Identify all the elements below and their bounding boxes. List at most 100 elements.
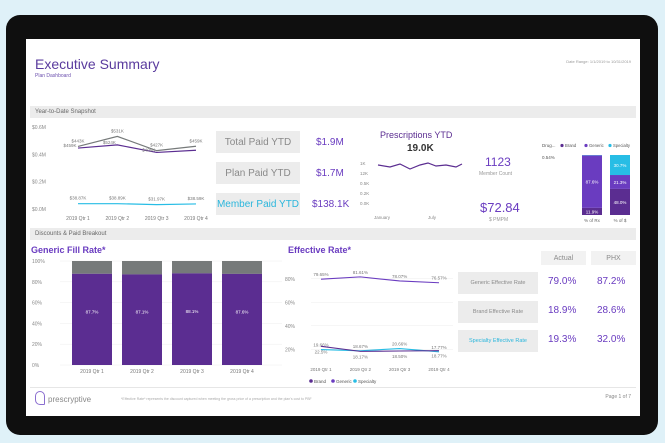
- col-actual-header: Actual: [541, 251, 586, 265]
- brand-rate-actual: 18.9%: [548, 305, 577, 316]
- x-tick-label: 2019 Qtr 2: [130, 369, 154, 375]
- data-label: 17.77%: [431, 345, 446, 350]
- data-label: 20.66%: [392, 342, 407, 347]
- series-line: [78, 203, 197, 206]
- plan-paid-value: $1.7M: [316, 168, 344, 179]
- y-tick-label: 0.2K: [360, 191, 369, 196]
- effective-rate-title: Effective Rate*: [288, 245, 352, 255]
- bar: [122, 274, 162, 365]
- bar-remainder: [172, 261, 212, 274]
- section-ytd: Year-to-Date Snapshot: [30, 106, 636, 118]
- y-tick-label: 1K: [360, 161, 366, 166]
- y-tick-label: 80%: [32, 280, 43, 286]
- total-paid-card: Total Paid YTD: [216, 131, 300, 153]
- x-tick-label: 2019 Qtr 1: [310, 367, 332, 372]
- report-page: Executive Summary Plan Dashboard Date Ra…: [26, 39, 640, 416]
- device-frame: Executive Summary Plan Dashboard Date Ra…: [6, 15, 658, 435]
- prescriptions-value: 19.0K: [407, 143, 434, 154]
- footer-divider: [30, 387, 636, 388]
- legend-dot: [608, 143, 612, 148]
- pmpm-value: $72.84: [480, 200, 520, 215]
- data-label: 81.61%: [353, 270, 368, 275]
- legend-label: Specialty: [358, 379, 377, 384]
- data-label: 76.57%: [431, 276, 446, 281]
- specialty-rate-phx: 32.0%: [597, 334, 626, 345]
- sparkline: [377, 162, 463, 170]
- legend-label: Generic: [336, 379, 353, 384]
- data-label: 87.7%: [86, 309, 99, 314]
- data-label: 11.9%: [586, 209, 598, 214]
- x-tick-label: 2019 Qtr 4: [230, 369, 254, 375]
- x-tick-label: January: [374, 215, 391, 220]
- x-tick-label: 2019 Qtr 3: [180, 369, 204, 375]
- x-tick-label: % of Rx: [584, 218, 601, 223]
- chart-title: Drug...: [542, 143, 556, 148]
- x-tick-label: 2019 Qtr 1: [80, 369, 104, 375]
- total-paid-value: $1.9M: [316, 137, 344, 148]
- data-label: 18.77%: [431, 354, 446, 359]
- y-tick-label: 12K: [360, 171, 368, 176]
- drug-mix-chart: Drug... Brand Generic Specialty 0.54% 11.9% 87…: [542, 143, 631, 223]
- legend-dot: [353, 379, 357, 383]
- data-label: $38.89K: [109, 196, 126, 201]
- footer-disclaimer: *Effective Rate* represents the discount…: [121, 397, 312, 401]
- y-tick-label: $0.0M: [32, 207, 46, 213]
- x-tick-label: 2019 Qtr 4: [428, 367, 450, 372]
- prescryptive-logo: prescryptive: [48, 395, 92, 404]
- x-tick-label: % of $: [614, 218, 627, 223]
- data-label: 21.3%: [614, 180, 627, 185]
- data-label: $531K: [111, 128, 124, 133]
- member-count-label: Member Count: [479, 171, 513, 177]
- member-paid-card: Member Paid YTD: [216, 193, 300, 215]
- data-label: 30.7%: [614, 163, 627, 168]
- member-count-value: 1123: [485, 155, 511, 169]
- data-label: 87.1%: [136, 310, 149, 315]
- x-tick-label: 2019 Qtr 2: [106, 216, 130, 222]
- bar-remainder: [72, 261, 112, 274]
- page-title: Executive Summary: [35, 56, 160, 72]
- data-label: 78.07%: [392, 274, 407, 279]
- data-label: $38.87K: [70, 196, 87, 201]
- member-paid-value: $138.1K: [312, 199, 350, 210]
- data-label: 88.1%: [186, 309, 199, 314]
- y-tick-label: 80%: [285, 277, 296, 283]
- bar-remainder: [222, 261, 262, 274]
- page-number: Page 1 of 7: [605, 394, 631, 400]
- data-label: $459K: [63, 143, 76, 148]
- bar: [72, 273, 112, 365]
- y-tick-label: $0.4M: [32, 152, 46, 158]
- legend-dot: [309, 379, 313, 383]
- legend-label: Brand: [565, 143, 577, 148]
- data-label: 18.50%: [392, 354, 407, 359]
- data-label: $38.59K: [188, 196, 205, 201]
- data-label: 18.67%: [353, 344, 368, 349]
- data-label: 22.5%: [315, 349, 328, 354]
- y-tick-label: 20%: [285, 347, 296, 353]
- data-label: 87.6%: [236, 309, 249, 314]
- date-range: Date Range: 1/1/2019 to 10/31/2019: [566, 59, 631, 64]
- y-tick-label: 40%: [285, 324, 296, 330]
- data-label: 48.0%: [614, 200, 627, 205]
- y-tick-label: $0.6M: [32, 125, 46, 131]
- fill-rate-title: Generic Fill Rate*: [31, 245, 106, 255]
- prescriptions-title: Prescriptions YTD: [380, 130, 453, 140]
- x-tick-label: 2019 Qtr 3: [145, 216, 169, 222]
- bar: [222, 273, 262, 365]
- data-label: $31.97K: [148, 197, 165, 202]
- bar-remainder: [122, 261, 162, 275]
- y-tick-label: 0.0K: [360, 201, 369, 206]
- generic-rate-phx: 87.2%: [597, 276, 626, 287]
- y-tick-label: 0%: [32, 363, 40, 369]
- prescryptive-logo-icon: [35, 391, 45, 405]
- generic-fill-rate-chart: 100% 80% 60% 40% 20% 0% 87.7% 2019 Qtr 1 87.1% 20…: [32, 259, 282, 375]
- legend-label: Generic: [589, 143, 604, 148]
- bar: [172, 273, 212, 365]
- y-tick-label: 100%: [32, 259, 45, 265]
- y-tick-label: 60%: [32, 301, 43, 307]
- x-tick-label: 2019 Qtr 1: [66, 216, 90, 222]
- legend-label: Specialty: [613, 143, 631, 148]
- page-subtitle: Plan Dashboard: [35, 73, 71, 79]
- plan-paid-card: Plan Paid YTD: [216, 162, 300, 184]
- x-tick-label: July: [428, 215, 437, 220]
- top-label: 0.54%: [542, 155, 555, 160]
